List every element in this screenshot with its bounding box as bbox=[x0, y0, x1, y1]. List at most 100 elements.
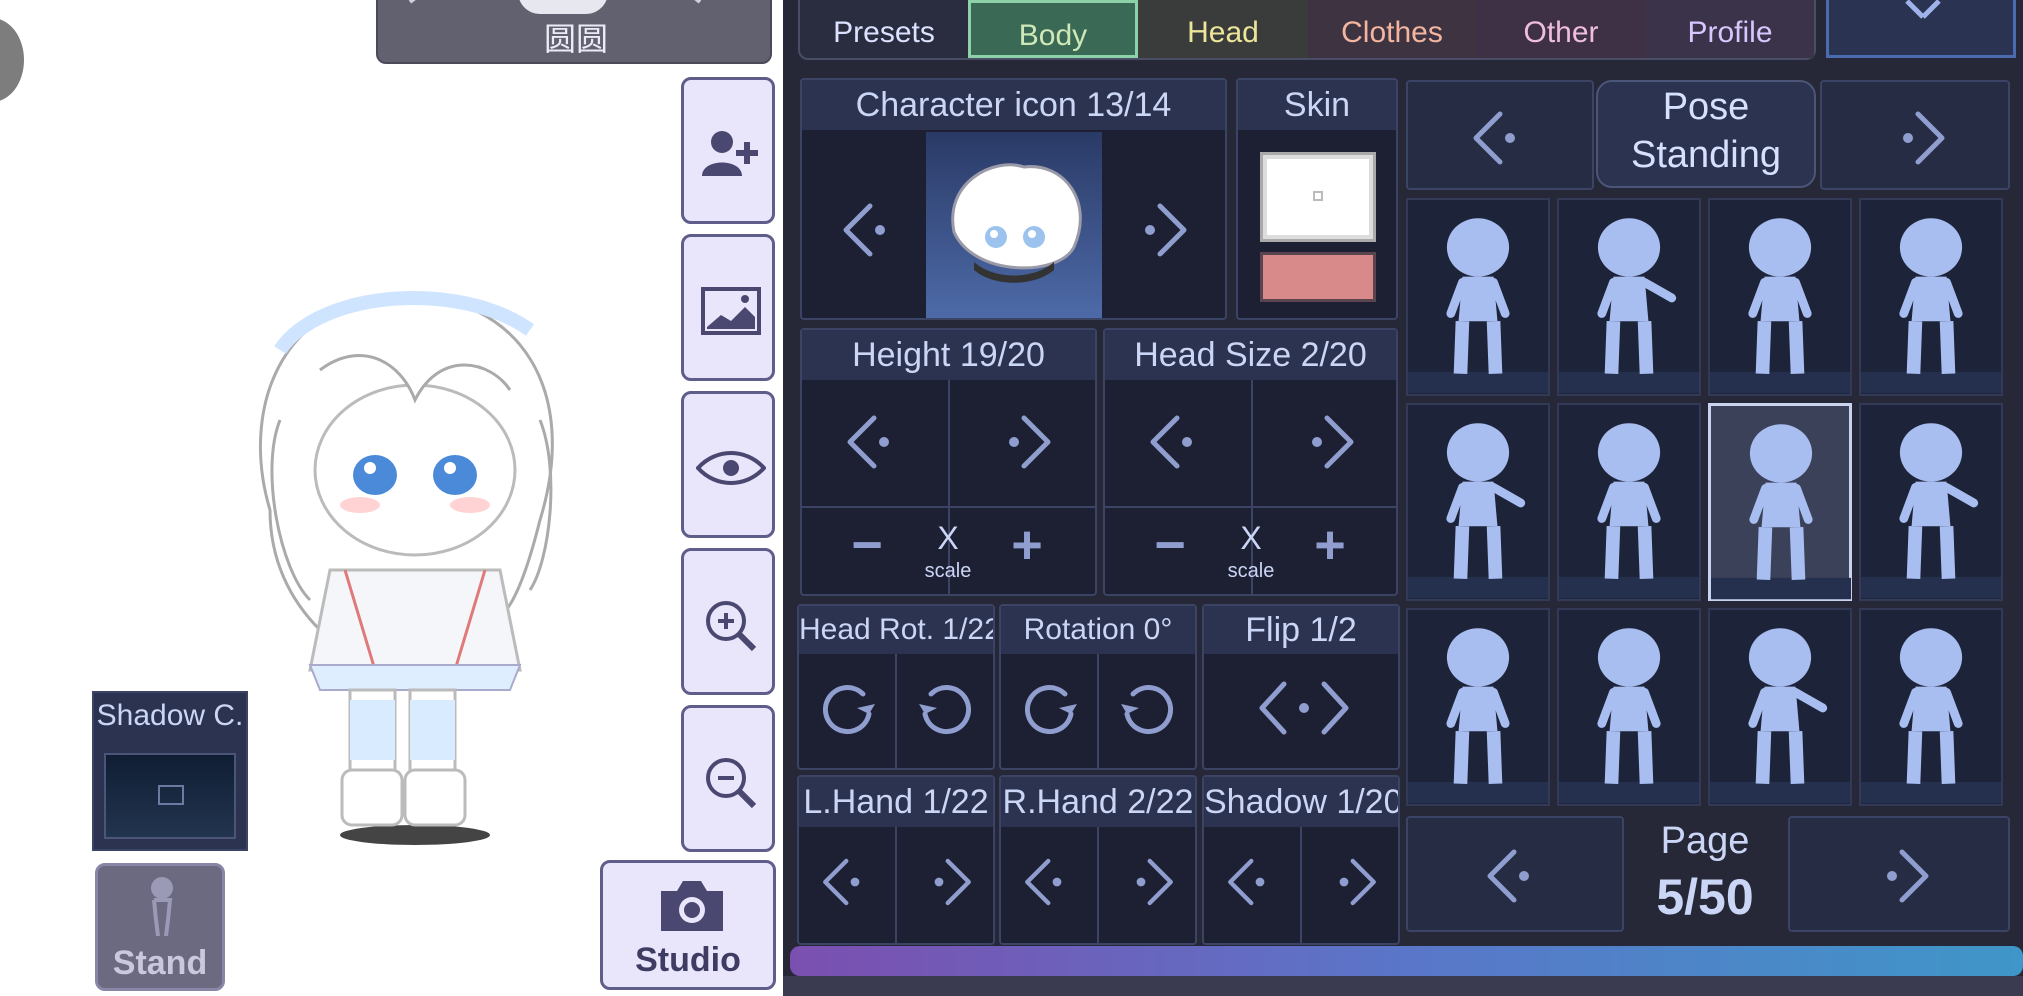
tab-head[interactable]: Head bbox=[1138, 0, 1308, 58]
tab-presets-label: Presets bbox=[833, 16, 935, 49]
flip-label: Flip 1/2 bbox=[1204, 606, 1398, 654]
tab-presets[interactable]: Presets bbox=[800, 0, 968, 58]
rotate-left-icon[interactable] bbox=[1015, 674, 1085, 744]
right-hand-next-icon[interactable] bbox=[1113, 847, 1183, 917]
pose-figure-icon bbox=[1559, 218, 1699, 394]
pose-option[interactable] bbox=[1859, 403, 2003, 601]
flip-panel: Flip 1/2 bbox=[1202, 604, 1400, 770]
height-panel: Height 19/20 − X scale + bbox=[800, 328, 1097, 596]
pose-option[interactable] bbox=[1859, 608, 2003, 806]
next-icon-arrow-icon[interactable] bbox=[1118, 190, 1198, 270]
head-size-scale-sub: scale bbox=[1227, 560, 1275, 582]
close-icon bbox=[1905, 0, 1941, 19]
right-hand-prev-icon[interactable] bbox=[1015, 847, 1085, 917]
page-value: 5/50 bbox=[1656, 869, 1754, 925]
head-size-scale-plus[interactable]: + bbox=[1305, 514, 1355, 576]
prev-icon-arrow-icon[interactable] bbox=[832, 190, 912, 270]
tab-profile-label: Profile bbox=[1687, 16, 1773, 49]
next-character-icon[interactable] bbox=[678, 0, 718, 12]
shadow-prev-icon[interactable] bbox=[1218, 847, 1288, 917]
stand-icon bbox=[151, 877, 173, 937]
character-icon-preview bbox=[926, 132, 1102, 318]
pose-figure-icon bbox=[1861, 423, 2001, 599]
pose-option[interactable] bbox=[1557, 608, 1701, 806]
head-rotate-right-icon[interactable] bbox=[911, 674, 981, 744]
page-label: Page bbox=[1660, 820, 1750, 862]
pose-figure-icon bbox=[1559, 628, 1699, 804]
pose-figure-icon bbox=[1711, 424, 1851, 600]
pose-option[interactable] bbox=[1708, 403, 1852, 601]
tab-other[interactable]: Other bbox=[1476, 0, 1646, 58]
pose-figure-icon bbox=[1408, 628, 1548, 804]
zoom-in-button[interactable] bbox=[681, 548, 775, 695]
height-decrease-icon[interactable] bbox=[836, 402, 916, 482]
character-selector[interactable]: 圆圆 bbox=[376, 0, 772, 64]
pose-title: Pose bbox=[1662, 86, 1750, 128]
head-size-increase-icon[interactable] bbox=[1285, 402, 1365, 482]
head-size-decrease-icon[interactable] bbox=[1139, 402, 1219, 482]
head-size-scale-minus[interactable]: − bbox=[1145, 514, 1195, 576]
skin-shade-swatch[interactable] bbox=[1260, 252, 1376, 302]
pose-prev-button[interactable] bbox=[1406, 80, 1594, 190]
back-button-partial[interactable] bbox=[0, 18, 24, 102]
shadow-panel: Shadow 1/20 bbox=[1202, 775, 1400, 945]
shadow-color-panel[interactable]: Shadow C. bbox=[92, 691, 248, 851]
right-hand-panel: R.Hand 2/22 bbox=[999, 775, 1197, 945]
tab-clothes-label: Clothes bbox=[1341, 16, 1443, 49]
stand-button[interactable]: Stand bbox=[95, 863, 225, 991]
shadow-label: Shadow 1/20 bbox=[1204, 777, 1398, 827]
head-rotate-left-icon[interactable] bbox=[813, 674, 883, 744]
pose-option[interactable] bbox=[1557, 403, 1701, 601]
pose-next-button[interactable] bbox=[1820, 80, 2010, 190]
character-icon-label: Character icon 13/14 bbox=[802, 80, 1225, 130]
head-size-panel: Head Size 2/20 − X scale + bbox=[1103, 328, 1398, 596]
pose-option[interactable] bbox=[1708, 198, 1852, 396]
camera-icon bbox=[661, 881, 723, 931]
add-character-button[interactable] bbox=[681, 77, 775, 224]
pose-option[interactable] bbox=[1557, 198, 1701, 396]
tab-profile[interactable]: Profile bbox=[1646, 0, 1814, 58]
page-prev-icon bbox=[1487, 849, 1529, 903]
tab-clothes[interactable]: Clothes bbox=[1308, 0, 1476, 58]
zoom-out-button[interactable] bbox=[681, 705, 775, 852]
character-thumb-partial bbox=[518, 0, 608, 14]
character-preview[interactable] bbox=[200, 270, 600, 850]
pose-prev-icon bbox=[1473, 111, 1515, 165]
background-button[interactable] bbox=[681, 234, 775, 381]
tab-body-label: Body bbox=[1018, 19, 1088, 52]
pose-figure-icon bbox=[1861, 628, 2001, 804]
page-next-button[interactable] bbox=[1788, 816, 2010, 932]
right-hand-label: R.Hand 2/22 bbox=[1001, 777, 1195, 827]
tab-body[interactable]: Body bbox=[968, 0, 1138, 58]
eye-icon bbox=[696, 451, 766, 485]
prev-character-icon[interactable] bbox=[392, 0, 432, 12]
pose-option[interactable] bbox=[1859, 198, 2003, 396]
height-scale-plus[interactable]: + bbox=[1002, 514, 1052, 576]
tab-head-label: Head bbox=[1187, 16, 1259, 49]
shadow-color-label: Shadow C. bbox=[96, 699, 244, 732]
pose-option[interactable] bbox=[1708, 608, 1852, 806]
skin-label: Skin bbox=[1238, 80, 1396, 130]
rotate-right-icon[interactable] bbox=[1113, 674, 1183, 744]
close-button[interactable] bbox=[1826, 0, 2016, 58]
shadow-next-icon[interactable] bbox=[1316, 847, 1386, 917]
skin-color-swatch[interactable] bbox=[1260, 152, 1376, 242]
pose-option[interactable] bbox=[1406, 608, 1550, 806]
zoom-in-icon bbox=[706, 601, 757, 652]
shadow-color-swatch[interactable] bbox=[104, 753, 236, 839]
height-scale-minus[interactable]: − bbox=[842, 514, 892, 576]
pose-value: Standing bbox=[1630, 134, 1781, 176]
pose-option[interactable] bbox=[1406, 198, 1550, 396]
studio-button[interactable]: Studio bbox=[600, 860, 776, 990]
pose-figure-icon bbox=[1408, 423, 1548, 599]
left-hand-prev-icon[interactable] bbox=[813, 847, 883, 917]
rotation-label: Rotation 0° bbox=[1001, 606, 1195, 654]
left-hand-next-icon[interactable] bbox=[911, 847, 981, 917]
pose-option[interactable] bbox=[1406, 403, 1550, 601]
visibility-button[interactable] bbox=[681, 391, 775, 538]
height-increase-icon[interactable] bbox=[982, 402, 1062, 482]
image-icon bbox=[701, 287, 761, 335]
flip-icon[interactable] bbox=[1254, 668, 1354, 748]
tab-other-label: Other bbox=[1523, 16, 1599, 49]
page-prev-button[interactable] bbox=[1406, 816, 1624, 932]
